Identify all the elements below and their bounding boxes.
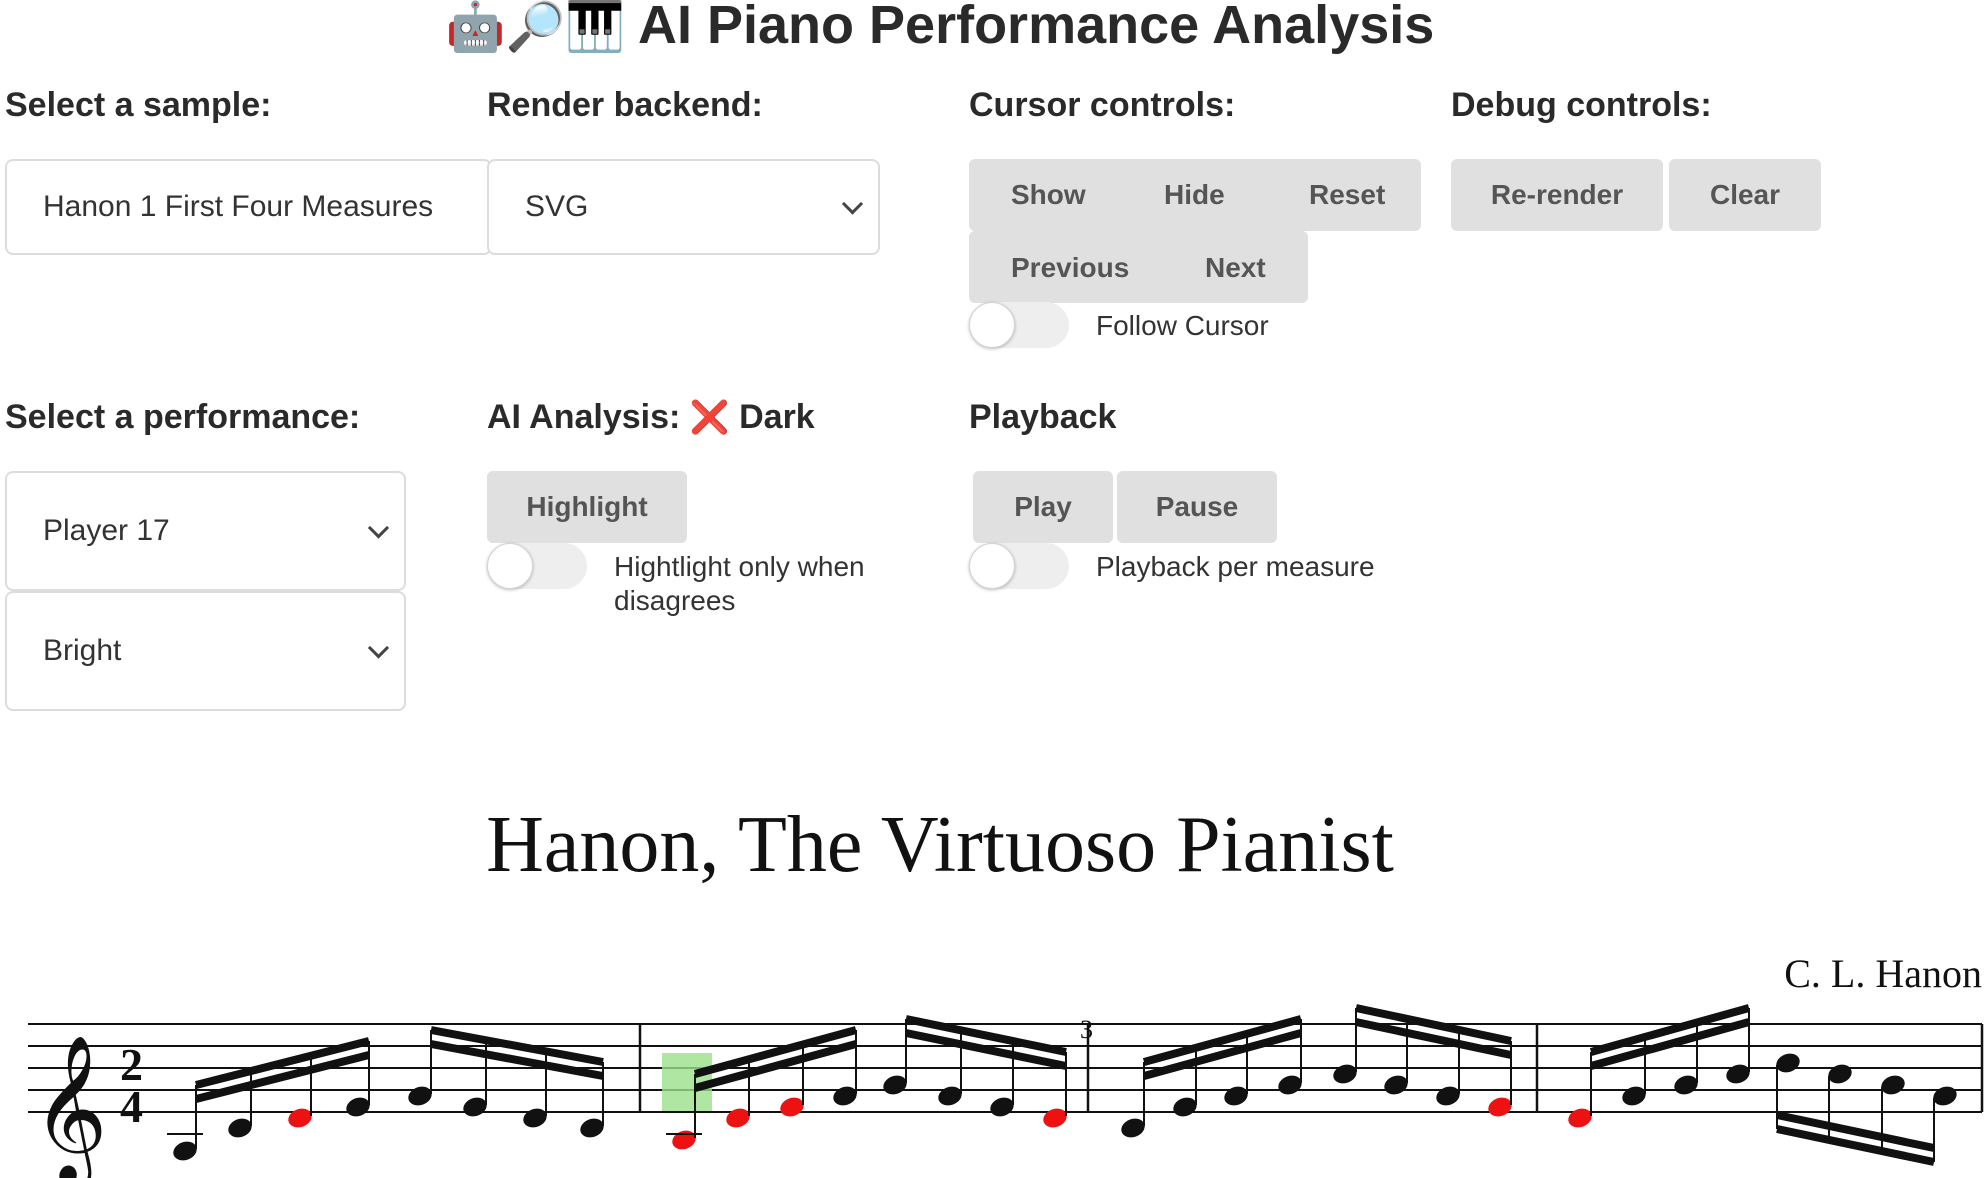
cursor-label: Cursor controls:	[969, 86, 1236, 124]
performance-label: Select a performance:	[5, 398, 361, 436]
player-select[interactable]: Player 17	[5, 471, 406, 591]
cross-icon: ❌	[689, 399, 730, 435]
follow-cursor-toggle[interactable]	[969, 302, 1069, 348]
cursor-button-row-1: Show Hide Reset	[969, 159, 1421, 231]
score-title: Hanon, The Virtuoso Pianist	[486, 801, 1394, 889]
playback-per-measure-label: Playback per measure	[1096, 551, 1375, 582]
analysis-label: AI Analysis:	[487, 398, 681, 436]
analysis-label-row: AI Analysis: ❌ Dark	[487, 398, 815, 437]
app-title-text: AI Piano Performance Analysis	[638, 0, 1435, 55]
sample-select[interactable]: Hanon 1 First Four Measures	[5, 159, 492, 255]
chevron-down-icon	[367, 637, 390, 659]
analysis-status: Dark	[739, 398, 815, 436]
cursor-button-row-2: Previous Next	[969, 231, 1308, 303]
show-button[interactable]: Show	[1011, 179, 1086, 211]
reset-button[interactable]: Reset	[1309, 179, 1385, 211]
rerender-button[interactable]: Re-render	[1451, 159, 1663, 231]
tone-select[interactable]: Bright	[5, 591, 406, 711]
chevron-down-icon	[841, 193, 864, 215]
sample-select-value: Hanon 1 First Four Measures	[43, 190, 434, 223]
playback-per-measure-toggle[interactable]	[969, 543, 1069, 589]
render-select[interactable]: SVG	[487, 159, 880, 255]
toggle-knob	[969, 543, 1015, 589]
clear-button[interactable]: Clear	[1669, 159, 1821, 231]
follow-cursor-label: Follow Cursor	[1096, 310, 1269, 341]
toggle-knob	[969, 302, 1015, 348]
tone-select-value: Bright	[43, 634, 122, 667]
playback-label: Playback	[969, 398, 1117, 436]
notes	[167, 1004, 1957, 1166]
music-staff: 𝄞 2 4 3	[28, 1004, 1984, 1178]
next-button[interactable]: Next	[1205, 252, 1266, 284]
sample-label: Select a sample:	[5, 86, 272, 124]
treble-clef-icon: 𝄞	[32, 1034, 108, 1178]
debug-label: Debug controls:	[1451, 86, 1712, 124]
app-title: 🤖🔎🎹 AI Piano Performance Analysis	[0, 0, 1880, 56]
previous-button[interactable]: Previous	[1011, 252, 1129, 284]
app-title-emoji: 🤖🔎🎹	[445, 1, 625, 54]
render-label: Render backend:	[487, 86, 763, 124]
chevron-down-icon	[367, 517, 390, 539]
time-signature-bottom: 4	[120, 1081, 143, 1132]
highlight-disagree-toggle[interactable]	[487, 543, 587, 589]
render-select-value: SVG	[525, 190, 589, 223]
highlight-button[interactable]: Highlight	[487, 471, 687, 543]
play-button[interactable]: Play	[973, 471, 1113, 543]
player-select-value: Player 17	[43, 514, 170, 547]
toggle-knob	[487, 543, 533, 589]
pause-button[interactable]: Pause	[1117, 471, 1277, 543]
highlight-disagree-label: Hightlight only when disagrees	[614, 551, 865, 616]
hide-button[interactable]: Hide	[1164, 179, 1225, 211]
measure-number: 3	[1080, 1015, 1093, 1044]
